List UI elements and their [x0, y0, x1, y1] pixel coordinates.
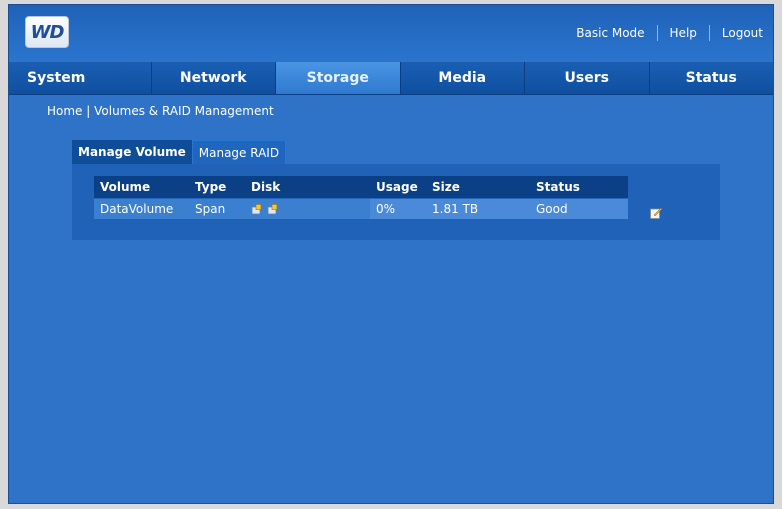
col-disk: Disk [245, 176, 370, 199]
cell-volume: DataVolume [94, 198, 189, 219]
header: WD Basic Mode Help Logout [9, 5, 773, 59]
col-type: Type [189, 176, 245, 199]
basic-mode-link[interactable]: Basic Mode [576, 26, 644, 40]
table-row: DataVolume Span 0% 1.81 TB Good [94, 198, 628, 219]
subtab-manage-raid[interactable]: Manage RAID [191, 140, 287, 164]
breadcrumb: Home | Volumes & RAID Management [47, 104, 274, 118]
main-nav: System Network Storage Media Users Statu… [9, 62, 773, 95]
cell-size: 1.81 TB [426, 198, 530, 219]
tab-storage[interactable]: Storage [276, 62, 401, 94]
link-separator [708, 25, 710, 41]
col-size: Size [426, 176, 530, 199]
volume-panel: Volume Type Disk Usage Size Status DataV… [72, 164, 720, 240]
logout-link[interactable]: Logout [722, 26, 763, 40]
table-header-row: Volume Type Disk Usage Size Status [94, 176, 628, 199]
tab-system[interactable]: System [9, 62, 152, 94]
tab-users[interactable]: Users [525, 62, 650, 94]
header-links: Basic Mode Help Logout [576, 25, 763, 41]
disk-info-icon[interactable] [251, 204, 262, 215]
cell-status: Good [530, 198, 628, 219]
edit-volume-icon[interactable] [650, 207, 662, 219]
cell-type: Span [189, 198, 245, 219]
subtab-manage-volume[interactable]: Manage Volume [72, 140, 192, 164]
help-link[interactable]: Help [670, 26, 697, 40]
col-usage: Usage [370, 176, 426, 199]
volume-subtabs: Manage Volume Manage RAID [72, 140, 287, 164]
wd-logo: WD [25, 16, 69, 48]
col-volume: Volume [94, 176, 189, 199]
disk-info-icon[interactable] [267, 204, 278, 215]
volume-table: Volume Type Disk Usage Size Status DataV… [94, 176, 628, 219]
tab-media[interactable]: Media [401, 62, 525, 94]
tab-status[interactable]: Status [650, 62, 774, 94]
cell-usage: 0% [370, 198, 426, 219]
link-separator [656, 25, 658, 41]
cell-disk [245, 198, 370, 219]
app-frame: WD Basic Mode Help Logout System Network… [8, 4, 774, 504]
tab-network[interactable]: Network [152, 62, 276, 94]
col-status: Status [530, 176, 628, 199]
